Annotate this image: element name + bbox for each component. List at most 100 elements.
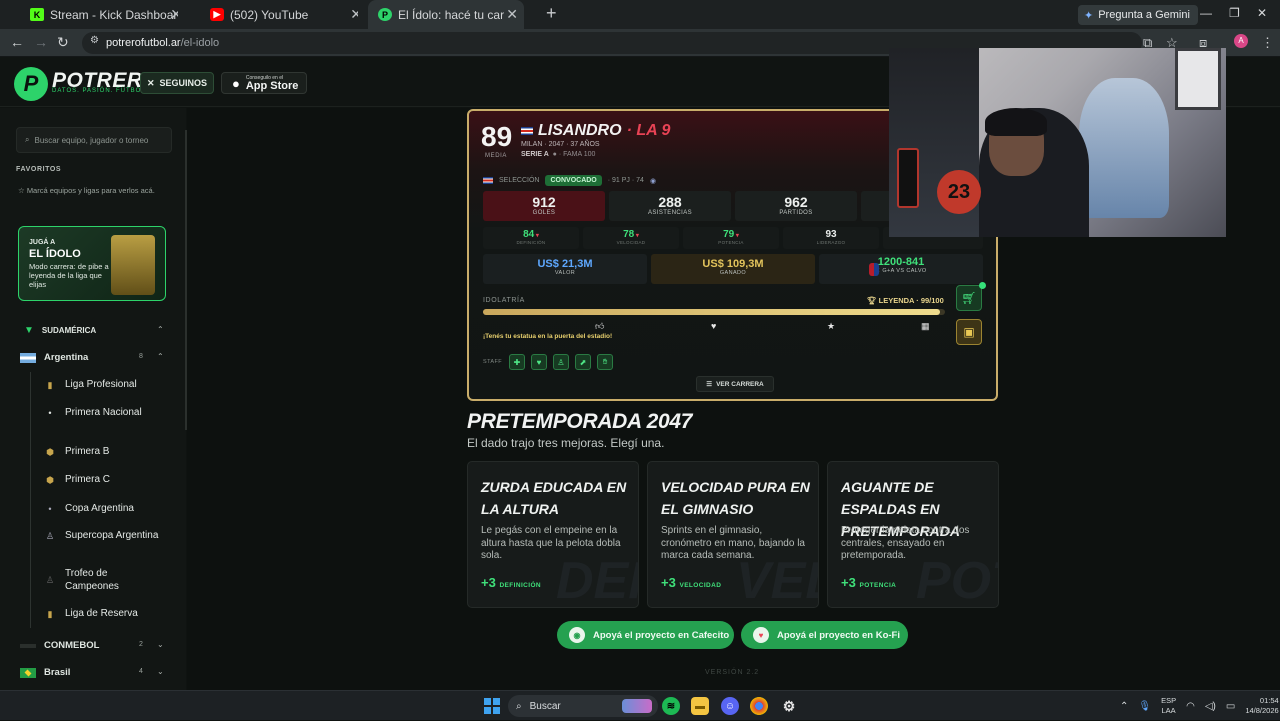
close-icon[interactable]: ✕ — [350, 6, 358, 23]
clock[interactable]: 01:54 14/8/2026 — [1245, 696, 1278, 716]
sidebar-item-brasil[interactable]: Brasil — [20, 667, 70, 678]
staff-hand-icon[interactable]: ✋︎ — [597, 354, 613, 370]
seguinos-button[interactable]: ✕ SEGUINOS — [140, 72, 214, 94]
potrero-logo-icon[interactable]: P — [14, 67, 48, 101]
wifi-icon[interactable]: ◠ — [1186, 701, 1195, 712]
stat-label: PARTIDOS — [779, 210, 813, 216]
trophy-icon: 🏆︎ — [867, 296, 879, 305]
upgrade-option-velocidad[interactable]: VEL VELOCIDAD PURA EN EL GIMNASIO Sprint… — [647, 461, 819, 608]
youtube-icon: ▶ — [210, 8, 224, 21]
close-icon[interactable]: ✕ — [170, 6, 178, 23]
tab-el-idolo[interactable]: P El Ídolo: hacé tu carrera de fútbol ✕ — [368, 0, 524, 29]
windows-start-icon[interactable] — [484, 698, 500, 714]
language-indicator[interactable]: ESP LAA — [1161, 696, 1176, 716]
ver-carrera-label: VER CARRERA — [716, 380, 764, 388]
chrome-icon[interactable] — [750, 697, 768, 715]
money-value: 1200-841 — [877, 256, 925, 268]
ver-carrera-button[interactable]: ☰ VER CARRERA — [696, 376, 774, 392]
sidebar-item-supercopa-argentina[interactable]: ♙ Supercopa Argentina — [44, 530, 164, 543]
minimize-icon[interactable]: — — [1200, 6, 1212, 20]
menu-icon[interactable]: ⋮ — [1261, 35, 1274, 51]
file-explorer-icon[interactable]: ▬ — [691, 697, 709, 715]
taskbar-search[interactable]: ⌕ Buscar — [508, 695, 658, 717]
close-icon[interactable]: ✕ — [506, 6, 518, 23]
attr-label: DEFINICIÓN — [516, 240, 546, 245]
url-host: potrerofutbol.ar — [106, 37, 181, 49]
bag-button[interactable]: ▣ — [956, 319, 982, 345]
sidebar-region-sudamerica[interactable]: ▼ SUDAMÉRICA — [24, 325, 96, 336]
microphone-icon[interactable]: 🎙︎ — [1138, 701, 1151, 712]
site-info-icon[interactable]: ⚙ — [90, 35, 99, 46]
sidebar-item-conmebol[interactable]: CONMEBOL — [20, 640, 99, 651]
search-placeholder: Buscar equipo, jugador o torneo — [34, 135, 149, 145]
bonus-value: +3 — [841, 575, 856, 590]
tab-kick[interactable]: K Stream - Kick Dashboard ✕ — [20, 0, 178, 29]
convocado-badge: CONVOCADO — [545, 175, 602, 186]
cup-icon: ♙ — [45, 530, 55, 541]
app-store-button[interactable]: ● Conseguilo en el App Store — [221, 72, 307, 94]
option-bonus: +3 DEFINICIÓN — [481, 575, 541, 590]
taskbar-search-label: Buscar — [529, 700, 561, 712]
upgrade-option-definicion[interactable]: DEF ZURDA EDUCADA EN LA ALTURA Le pegás … — [467, 461, 639, 608]
sidebar-item-argentina[interactable]: Argentina — [20, 352, 88, 363]
league-label: Copa Argentina — [65, 503, 134, 514]
sidebar-item-trofeo-de-campeones[interactable]: ♙ Trofeo de Campeones — [44, 568, 164, 593]
seleccion-stats: · 91 PJ · 74 — [607, 177, 644, 184]
el-idolo-promo[interactable]: JUGÁ A EL ÍDOLO Modo carrera: de pibe a … — [18, 226, 166, 301]
sidebar-item-liga-de-reserva[interactable]: ▮ Liga de Reserva — [44, 608, 164, 621]
discord-icon[interactable]: ☺ — [721, 697, 739, 715]
sidebar-item-copa-argentina[interactable]: • Copa Argentina — [44, 503, 164, 516]
chevron-up-icon[interactable]: ⌃ — [157, 352, 164, 361]
attr-value: 93 — [825, 229, 837, 240]
staff-medic-icon[interactable]: ✚ — [509, 354, 525, 370]
restore-icon[interactable]: ❐ — [1229, 6, 1240, 20]
chevron-down-icon[interactable]: ⌄ — [157, 640, 164, 649]
logo-tagline: DATOS. PASIÓN. FÚTBOL. — [52, 88, 149, 94]
argentina-count: 8 — [139, 353, 143, 360]
version-label: VERSIÓN 2.2 — [705, 669, 760, 676]
sidebar-item-primera-nacional[interactable]: • Primera Nacional — [44, 407, 164, 420]
profile-avatar[interactable]: A — [1234, 34, 1248, 48]
estatua-message: ¡Tenés tu estatua en la puerta del estad… — [483, 333, 613, 340]
cafecito-button[interactable]: ◉ Apoyá el proyecto en Cafecito — [557, 621, 734, 649]
argentina-flag-icon — [20, 352, 36, 363]
idolatria-progress-bar — [483, 309, 945, 315]
forward-icon[interactable]: → — [34, 34, 48, 50]
close-window-icon[interactable]: ✕ — [1257, 6, 1267, 20]
upgrade-option-potencia[interactable]: POT AGUANTE DE ESPALDAS EN PRETEMPORADA … — [827, 461, 999, 608]
app-icon[interactable]: ⚙ — [780, 697, 798, 715]
staff-person-icon[interactable]: ♙ — [553, 354, 569, 370]
staff-boot-icon[interactable]: ⬈ — [575, 354, 591, 370]
chevron-up-icon[interactable]: ⌃ — [1120, 701, 1128, 712]
webcam-hanging-jersey — [1079, 78, 1169, 218]
option-title: ZURDA EDUCADA EN LA ALTURA — [481, 479, 627, 517]
money-label-row: ✕ G+A VS CALVO — [819, 268, 983, 274]
gemini-button[interactable]: ✦ Pregunta a Gemini — [1078, 5, 1198, 25]
region-label: SUDAMÉRICA — [41, 326, 97, 335]
sidebar-item-primera-b[interactable]: ⬢ Primera B — [44, 446, 164, 459]
staff-heart-icon[interactable]: ♥ — [531, 354, 547, 370]
shield-icon: ⬢ — [46, 446, 54, 457]
league-label: Liga Profesional — [65, 379, 137, 390]
sidebar-item-liga-profesional[interactable]: ▮ Liga Profesional — [44, 379, 164, 392]
volume-icon[interactable]: ◁) — [1205, 701, 1216, 712]
search-input[interactable]: ⌕ Buscar equipo, jugador o torneo — [16, 127, 172, 153]
money-value: US$ 109,3M — [702, 258, 764, 270]
kofi-button[interactable]: ♥ Apoyá el proyecto en Ko-Fi — [741, 621, 908, 649]
spotify-icon[interactable]: ≋ — [662, 697, 680, 715]
back-icon[interactable]: ← — [10, 34, 24, 50]
attr-label: LIDERAZGO — [816, 240, 846, 245]
cart-icon: 🛒︎ — [961, 291, 977, 305]
reload-icon[interactable]: ↻ — [57, 34, 69, 51]
new-tab-button[interactable]: + — [546, 0, 557, 29]
chevron-down-icon[interactable]: ⌄ — [157, 667, 164, 676]
chevron-up-icon[interactable]: ⌃ — [157, 325, 164, 334]
attr-value: 78 — [623, 229, 635, 240]
sidebar-item-primera-c[interactable]: ⬢ Primera C — [44, 474, 164, 487]
battery-icon[interactable]: ▭ — [1226, 701, 1235, 712]
tab-youtube[interactable]: ▶ (502) YouTube ✕ — [200, 0, 358, 29]
shop-cart-button[interactable]: 🛒︎ — [956, 285, 982, 311]
brasil-flag-icon — [20, 667, 36, 678]
fama-value: · FAMA 100 — [558, 151, 596, 158]
arrow-down-icon: ▾ — [734, 233, 739, 239]
